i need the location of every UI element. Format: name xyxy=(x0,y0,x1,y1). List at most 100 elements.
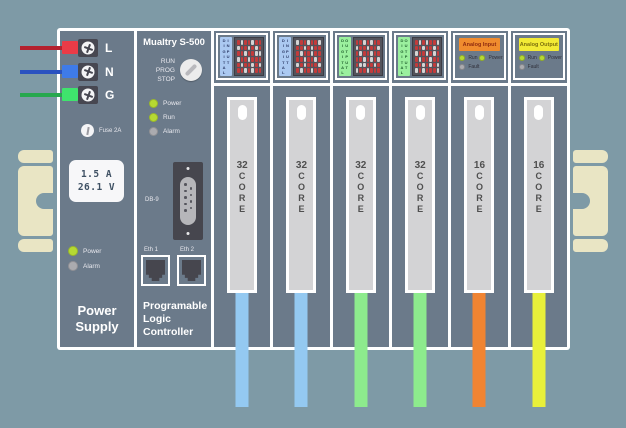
matrix-led-icon xyxy=(307,68,310,73)
matrix-led-icon xyxy=(304,68,307,73)
matrix-led-icon xyxy=(314,63,317,68)
matrix-led-icon xyxy=(248,51,251,56)
matrix-led-icon xyxy=(311,40,314,45)
io-cable xyxy=(236,290,249,407)
matrix-led-icon xyxy=(370,63,373,68)
matrix-led-icon xyxy=(237,63,240,68)
matrix-led-icon xyxy=(251,63,254,68)
matrix-led-icon xyxy=(244,68,247,73)
line-wire xyxy=(20,46,64,50)
din-bracket-left-tab-top xyxy=(18,150,53,163)
vertical-word: DIGITAL xyxy=(282,38,285,76)
matrix-led-icon xyxy=(370,68,373,73)
matrix-led-icon xyxy=(374,46,377,51)
io-cable xyxy=(354,290,367,407)
matrix-led-icon xyxy=(300,57,303,62)
matrix-led-icon xyxy=(241,63,244,68)
din-bracket-right-tab-top xyxy=(573,150,608,163)
header-divider xyxy=(511,83,567,86)
matrix-led-icon xyxy=(241,57,244,62)
matrix-led-icon xyxy=(363,40,366,45)
mode-selector-knob xyxy=(180,59,202,81)
led-row-fault: Fault xyxy=(519,64,539,70)
fuse-label: Fuse 2A xyxy=(99,128,121,134)
io-terminal-card: 16CORE xyxy=(464,97,494,293)
matrix-led-icon xyxy=(314,51,317,56)
io-terminal-card: 32CORE xyxy=(227,97,257,293)
matrix-led-icon xyxy=(359,46,362,51)
screw-icon xyxy=(82,42,95,55)
voltage-readout: 26.1 V xyxy=(78,181,115,194)
eth1-port xyxy=(141,255,170,286)
terminal-l: L xyxy=(78,39,112,57)
matrix-led-icon xyxy=(311,63,314,68)
matrix-led-icon xyxy=(359,40,362,45)
ground-wire-connector xyxy=(62,88,78,101)
header-divider xyxy=(273,83,329,86)
power-led-icon xyxy=(479,55,485,61)
matrix-led-icon xyxy=(248,40,251,45)
core-word-letter: E xyxy=(298,204,304,215)
io-module-digital-output-2: DIGITALOUTPUT32CORE xyxy=(392,31,448,347)
core-word-letter: O xyxy=(417,182,424,193)
fault-led-icon xyxy=(459,64,465,70)
matrix-led-icon xyxy=(356,46,359,51)
io-module-digital-output-1: DIGITALOUTPUT32CORE xyxy=(333,31,389,347)
core-word-letter: O xyxy=(476,182,483,193)
matrix-led-icon xyxy=(370,51,373,56)
matrix-led-icon xyxy=(437,57,440,62)
core-word-letter: R xyxy=(358,193,365,204)
matrix-led-icon xyxy=(300,51,303,56)
led-label: Alarm xyxy=(83,263,100,270)
core-count: 32 xyxy=(296,160,307,171)
matrix-led-icon xyxy=(363,68,366,73)
vertical-word: OUTPUT xyxy=(404,38,407,76)
power-led-icon xyxy=(68,246,78,256)
current-readout: 1.5 A xyxy=(81,168,112,181)
eth2-port xyxy=(177,255,206,286)
rj45-icon xyxy=(146,260,165,281)
matrix-led-icon xyxy=(311,68,314,73)
io-cable xyxy=(532,290,545,407)
matrix-led-icon xyxy=(307,63,310,68)
matrix-led-icon xyxy=(370,40,373,45)
matrix-led-icon xyxy=(307,40,310,45)
module-type-banner: Analog Output xyxy=(519,38,559,51)
matrix-led-icon xyxy=(426,46,429,51)
matrix-led-icon xyxy=(433,63,436,68)
db9-metal-shell xyxy=(180,177,196,225)
matrix-led-icon xyxy=(422,63,425,68)
model-name: Mualtry S-500 xyxy=(137,37,211,48)
matrix-led-icon xyxy=(356,57,359,62)
led-row-power: Power xyxy=(479,55,502,61)
led-row-power: Power xyxy=(149,99,181,108)
module-header: DIGITALINPUT xyxy=(216,33,268,80)
led-row-run: Run xyxy=(459,55,479,61)
matrix-led-icon xyxy=(359,51,362,56)
ground-wire xyxy=(20,93,64,97)
matrix-led-icon xyxy=(415,68,418,73)
matrix-led-icon xyxy=(377,68,380,73)
led-label: Alarm xyxy=(163,128,180,135)
power-display: 1.5 A 26.1 V xyxy=(69,160,124,202)
matrix-led-icon xyxy=(248,63,251,68)
matrix-led-icon xyxy=(311,57,314,62)
din-bracket-right-tab-bottom xyxy=(573,239,608,252)
matrix-led-icon xyxy=(426,40,429,45)
matrix-led-icon xyxy=(356,63,359,68)
header-divider xyxy=(392,83,448,86)
io-cable xyxy=(414,290,427,407)
matrix-led-icon xyxy=(422,68,425,73)
card-slot xyxy=(238,105,247,120)
status-led-matrix xyxy=(293,37,323,76)
matrix-led-icon xyxy=(374,40,377,45)
header-divider xyxy=(214,83,270,86)
card-slot xyxy=(416,105,425,120)
terminal-block xyxy=(78,39,98,57)
card-slot xyxy=(534,105,543,120)
eth1-label: Eth 1 xyxy=(144,247,158,253)
matrix-led-icon xyxy=(433,40,436,45)
terminal-label: L xyxy=(105,41,112,55)
led-label: Power xyxy=(83,248,101,255)
core-count: 32 xyxy=(237,160,248,171)
